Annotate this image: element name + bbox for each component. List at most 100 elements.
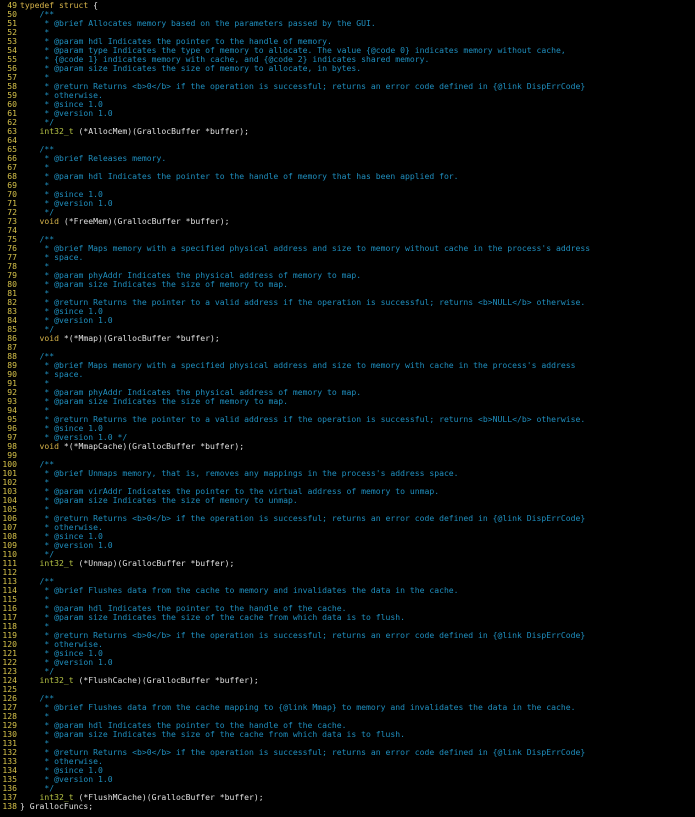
code-line[interactable]: 82 * @return Returns the pointer to a va… bbox=[0, 298, 695, 307]
code-line[interactable]: 88 /** bbox=[0, 352, 695, 361]
code-line[interactable]: 66 * @brief Releases memory. bbox=[0, 154, 695, 163]
code-token: (*AllocMem)(GrallocBuffer *buffer); bbox=[73, 127, 250, 136]
code-line[interactable]: 138} GrallocFuncs; bbox=[0, 802, 695, 811]
code-line[interactable]: 121 * @since 1.0 bbox=[0, 649, 695, 658]
code-line[interactable]: 135 * @version 1.0 bbox=[0, 775, 695, 784]
code-line[interactable]: 125 bbox=[0, 685, 695, 694]
code-line[interactable]: 132 * @return Returns <b>0</b> if the op… bbox=[0, 748, 695, 757]
code-line[interactable]: 103 * @param virAddr Indicates the point… bbox=[0, 487, 695, 496]
code-line[interactable]: 57 * bbox=[0, 73, 695, 82]
code-line[interactable]: 84 * @version 1.0 bbox=[0, 316, 695, 325]
code-line[interactable]: 90 * space. bbox=[0, 370, 695, 379]
code-line[interactable]: 79 * @param phyAddr Indicates the physic… bbox=[0, 271, 695, 280]
code-text: * bbox=[20, 595, 695, 604]
code-token: */ bbox=[20, 325, 55, 334]
code-line[interactable]: 131 * bbox=[0, 739, 695, 748]
code-text: * @version 1.0 */ bbox=[20, 433, 695, 442]
code-line[interactable]: 127 * @brief Flushes data from the cache… bbox=[0, 703, 695, 712]
code-line[interactable]: 58 * @return Returns <b>0</b> if the ope… bbox=[0, 82, 695, 91]
code-line[interactable]: 85 */ bbox=[0, 325, 695, 334]
code-line[interactable]: 60 * @since 1.0 bbox=[0, 100, 695, 109]
code-line[interactable]: 122 * @version 1.0 bbox=[0, 658, 695, 667]
code-line[interactable]: 65 /** bbox=[0, 145, 695, 154]
code-line[interactable]: 80 * @param size Indicates the size of m… bbox=[0, 280, 695, 289]
code-line[interactable]: 109 * @version 1.0 bbox=[0, 541, 695, 550]
code-line[interactable]: 114 * @brief Flushes data from the cache… bbox=[0, 586, 695, 595]
code-line[interactable]: 116 * @param hdl Indicates the pointer t… bbox=[0, 604, 695, 613]
code-line[interactable]: 76 * @brief Maps memory with a specified… bbox=[0, 244, 695, 253]
code-line[interactable]: 52 * bbox=[0, 28, 695, 37]
code-line[interactable]: 96 * @since 1.0 bbox=[0, 424, 695, 433]
code-line[interactable]: 133 * otherwise. bbox=[0, 757, 695, 766]
code-line[interactable]: 78 * bbox=[0, 262, 695, 271]
code-line[interactable]: 63 int32_t (*AllocMem)(GrallocBuffer *bu… bbox=[0, 127, 695, 136]
code-line[interactable]: 56 * @param size Indicates the size of m… bbox=[0, 64, 695, 73]
code-line[interactable]: 61 * @version 1.0 bbox=[0, 109, 695, 118]
code-line[interactable]: 112 bbox=[0, 568, 695, 577]
code-line[interactable]: 104 * @param size Indicates the size of … bbox=[0, 496, 695, 505]
code-line[interactable]: 64 bbox=[0, 136, 695, 145]
code-line[interactable]: 119 * @return Returns <b>0</b> if the op… bbox=[0, 631, 695, 640]
code-line[interactable]: 55 * {@code 1} indicates memory with cac… bbox=[0, 55, 695, 64]
code-line[interactable]: 95 * @return Returns the pointer to a va… bbox=[0, 415, 695, 424]
code-line[interactable]: 97 * @version 1.0 */ bbox=[0, 433, 695, 442]
code-line[interactable]: 107 * otherwise. bbox=[0, 523, 695, 532]
code-line[interactable]: 74 bbox=[0, 226, 695, 235]
code-line[interactable]: 89 * @brief Maps memory with a specified… bbox=[0, 361, 695, 370]
code-line[interactable]: 73 void (*FreeMem)(GrallocBuffer *buffer… bbox=[0, 217, 695, 226]
code-line[interactable]: 102 * bbox=[0, 478, 695, 487]
code-line[interactable]: 123 */ bbox=[0, 667, 695, 676]
code-line[interactable]: 100 /** bbox=[0, 460, 695, 469]
code-line[interactable]: 72 */ bbox=[0, 208, 695, 217]
code-line[interactable]: 98 void *(*MmapCache)(GrallocBuffer *buf… bbox=[0, 442, 695, 451]
code-line[interactable]: 50 /** bbox=[0, 10, 695, 19]
line-number: 137 bbox=[2, 793, 17, 802]
code-line[interactable]: 99 bbox=[0, 451, 695, 460]
code-line[interactable]: 86 void *(*Mmap)(GrallocBuffer *buffer); bbox=[0, 334, 695, 343]
code-line[interactable]: 128 * bbox=[0, 712, 695, 721]
code-line[interactable]: 108 * @since 1.0 bbox=[0, 532, 695, 541]
code-line[interactable]: 69 * bbox=[0, 181, 695, 190]
code-line[interactable]: 129 * @param hdl Indicates the pointer t… bbox=[0, 721, 695, 730]
code-line[interactable]: 124 int32_t (*FlushCache)(GrallocBuffer … bbox=[0, 676, 695, 685]
code-line[interactable]: 77 * space. bbox=[0, 253, 695, 262]
code-line[interactable]: 93 * @param size Indicates the size of m… bbox=[0, 397, 695, 406]
code-line[interactable]: 70 * @since 1.0 bbox=[0, 190, 695, 199]
code-line[interactable]: 94 * bbox=[0, 406, 695, 415]
code-line[interactable]: 137 int32_t (*FlushMCache)(GrallocBuffer… bbox=[0, 793, 695, 802]
code-line[interactable]: 51 * @brief Allocates memory based on th… bbox=[0, 19, 695, 28]
line-number: 60 bbox=[7, 100, 17, 109]
code-line[interactable]: 134 * @since 1.0 bbox=[0, 766, 695, 775]
code-line[interactable]: 117 * @param size Indicates the size of … bbox=[0, 613, 695, 622]
code-line[interactable]: 71 * @version 1.0 bbox=[0, 199, 695, 208]
code-editor[interactable]: 49 typedef struct {50 /** 51 * @brief Allo… bbox=[0, 0, 695, 817]
code-line[interactable]: 106 * @return Returns <b>0</b> if the op… bbox=[0, 514, 695, 523]
code-line[interactable]: 83 * @since 1.0 bbox=[0, 307, 695, 316]
code-line[interactable]: 120 * otherwise. bbox=[0, 640, 695, 649]
code-line[interactable]: 53 * @param hdl Indicates the pointer to… bbox=[0, 37, 695, 46]
code-line[interactable]: 59 * otherwise. bbox=[0, 91, 695, 100]
code-line[interactable]: 54 * @param type Indicates the type of m… bbox=[0, 46, 695, 55]
code-line[interactable]: 101 * @brief Unmaps memory, that is, rem… bbox=[0, 469, 695, 478]
code-line[interactable]: 126 /** bbox=[0, 694, 695, 703]
code-line[interactable]: 105 * bbox=[0, 505, 695, 514]
code-line[interactable]: 81 * bbox=[0, 289, 695, 298]
code-line[interactable]: 91 * bbox=[0, 379, 695, 388]
code-line[interactable]: 115 * bbox=[0, 595, 695, 604]
code-line[interactable]: 130 * @param size Indicates the size of … bbox=[0, 730, 695, 739]
code-line[interactable]: 113 /** bbox=[0, 577, 695, 586]
code-line[interactable]: 87 bbox=[0, 343, 695, 352]
code-line[interactable]: 67 * bbox=[0, 163, 695, 172]
code-line[interactable]: 111 int32_t (*Unmap)(GrallocBuffer *buff… bbox=[0, 559, 695, 568]
code-line[interactable]: 49 typedef struct { bbox=[0, 1, 695, 10]
code-token: * bbox=[20, 595, 50, 604]
code-line[interactable]: 62 */ bbox=[0, 118, 695, 127]
code-line[interactable]: 118 * bbox=[0, 622, 695, 631]
code-token: * @since 1.0 bbox=[20, 649, 103, 658]
code-line[interactable]: 68 * @param hdl Indicates the pointer to… bbox=[0, 172, 695, 181]
code-line[interactable]: 136 */ bbox=[0, 784, 695, 793]
code-line[interactable]: 92 * @param phyAddr Indicates the physic… bbox=[0, 388, 695, 397]
code-line[interactable]: 75 /** bbox=[0, 235, 695, 244]
code-text: * @return Returns <b>0</b> if the operat… bbox=[20, 631, 695, 640]
code-line[interactable]: 110 */ bbox=[0, 550, 695, 559]
